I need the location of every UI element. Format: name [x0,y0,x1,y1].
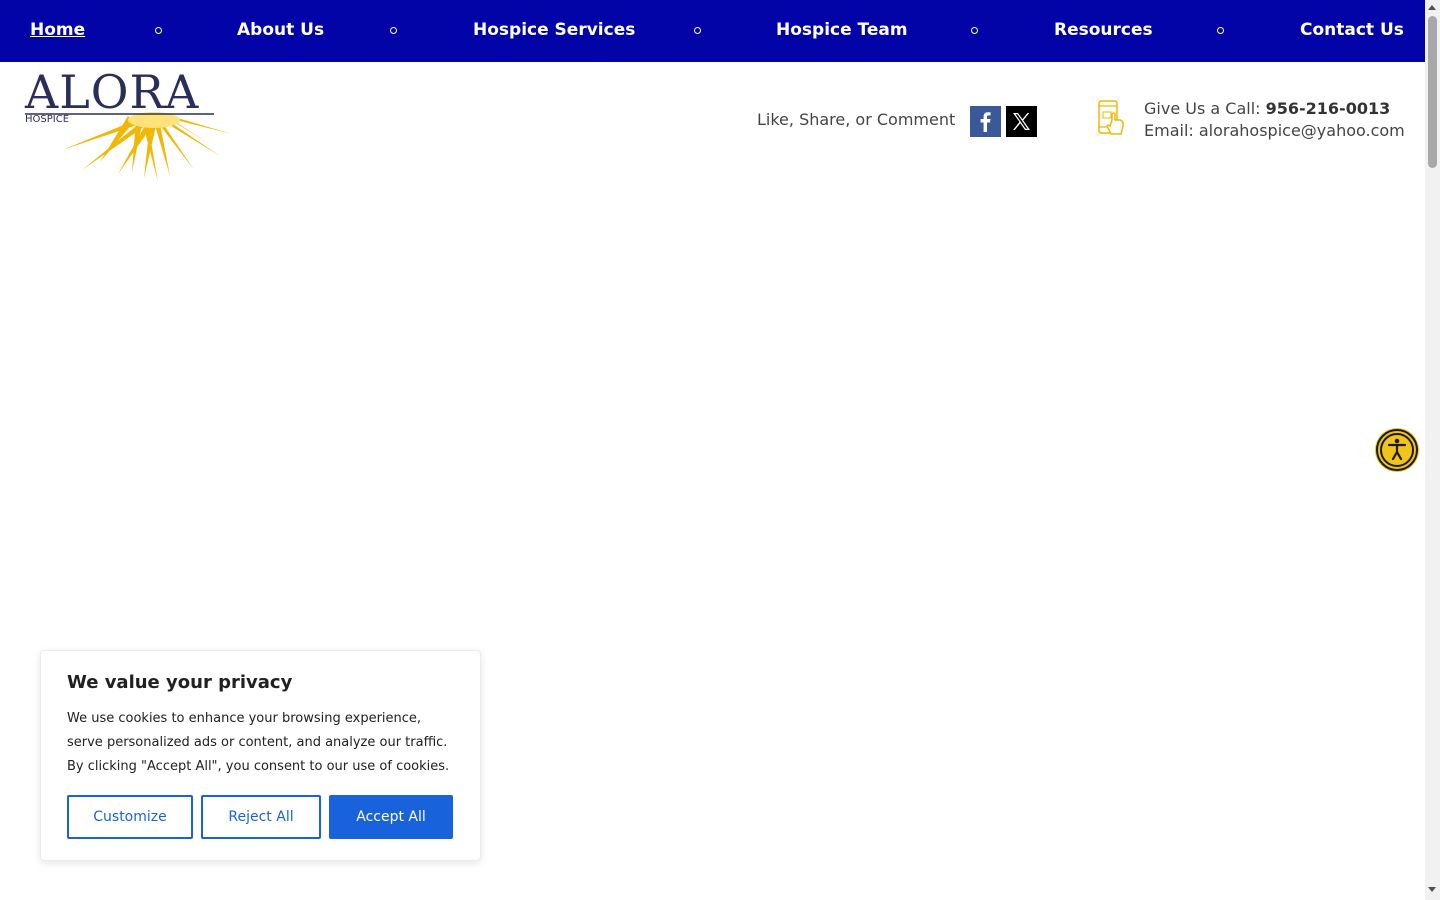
nav-separator [694,27,701,34]
main-nav: Home About Us Hospice Services Hospice T… [0,0,1425,62]
scroll-up-icon[interactable] [1428,5,1436,10]
nav-about-us[interactable]: About Us [237,0,324,62]
cookie-title: We value your privacy [67,672,293,693]
nav-separator [1217,27,1224,34]
logo-subtitle: HOSPICE [25,114,69,125]
page-scrollbar[interactable] [1425,0,1440,900]
site-logo[interactable]: ALORA HOSPICE [24,65,234,182]
call-label: Give Us a Call: [1144,99,1266,118]
customize-button[interactable]: Customize [67,795,193,839]
logo-wordmark: ALORA [24,70,199,119]
social-label: Like, Share, or Comment [757,110,956,129]
nav-hospice-services[interactable]: Hospice Services [473,0,635,62]
accessibility-icon[interactable] [1375,428,1419,472]
scroll-down-icon[interactable] [1428,887,1436,892]
cookie-consent-banner: We value your privacy We use cookies to … [40,650,481,861]
nav-home[interactable]: Home [30,0,85,62]
facebook-icon[interactable] [970,106,1001,137]
cookie-description: We use cookies to enhance your browsing … [67,711,450,774]
email-line[interactable]: Email: alorahospice@yahoo.com [1144,121,1405,140]
nav-separator [390,27,397,34]
accept-all-button[interactable]: Accept All [329,795,453,839]
nav-resources[interactable]: Resources [1054,0,1153,62]
nav-contact-us[interactable]: Contact Us [1300,0,1404,62]
phone-icon [1096,100,1128,138]
nav-separator [971,27,978,34]
phone-number[interactable]: 956-216-0013 [1266,99,1391,118]
reject-all-button[interactable]: Reject All [201,795,321,839]
scroll-thumb[interactable] [1428,16,1437,168]
call-line: Give Us a Call: 956-216-0013 [1144,99,1390,118]
nav-hospice-team[interactable]: Hospice Team [776,0,908,62]
x-twitter-icon[interactable] [1006,106,1037,137]
nav-separator [155,27,162,34]
